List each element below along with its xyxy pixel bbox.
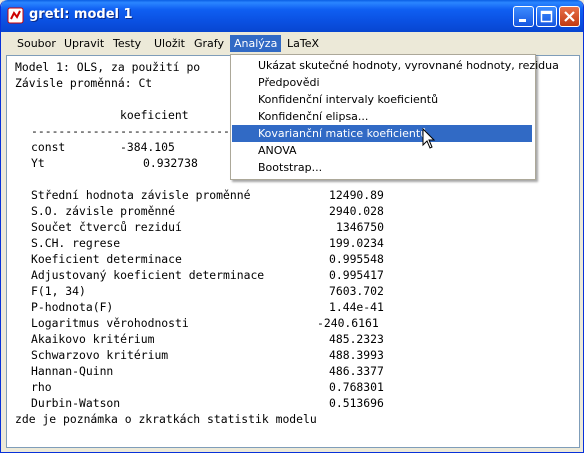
stat-label: rho bbox=[31, 380, 52, 394]
menu-option-label: ANOVA bbox=[258, 144, 297, 157]
menu-option-label: Ukázat skutečné hodnoty, vyrovnané hodno… bbox=[258, 59, 559, 72]
menu-option-confidence-ellipse[interactable]: Konfidenční elipsa... bbox=[232, 108, 532, 125]
stat-label: S.CH. regrese bbox=[31, 236, 121, 250]
stat-value: 7603.702 bbox=[329, 284, 384, 298]
menu-option-label: Konfidenční elipsa... bbox=[258, 110, 369, 123]
maximize-icon bbox=[540, 10, 553, 23]
stat-value: 12490.89 bbox=[329, 188, 384, 202]
stat-label: Střední hodnota závisle proměnné bbox=[31, 188, 251, 202]
menu-option-anova[interactable]: ANOVA bbox=[232, 142, 532, 159]
coef-value: 0.932738 bbox=[143, 156, 198, 170]
menu-option-bootstrap[interactable]: Bootstrap... bbox=[232, 159, 532, 176]
menu-option-label: Bootstrap... bbox=[258, 161, 323, 174]
stat-value: 0.995417 bbox=[329, 268, 384, 282]
menu-testy[interactable]: Testy bbox=[109, 35, 145, 52]
header-line-2: Závisle proměnná: Ct bbox=[15, 76, 153, 90]
header-line-1: Model 1: OLS, za použití po bbox=[15, 60, 201, 74]
menu-option-confidence-intervals[interactable]: Konfidenční intervaly koeficientů bbox=[232, 91, 532, 108]
stat-label: F(1, 34) bbox=[31, 284, 86, 298]
column-header-koeficient: koeficient bbox=[120, 108, 189, 122]
main-window: gretl: model 1 Soubor Upravit Testy Ulož… bbox=[0, 0, 584, 453]
stat-value: 2940.028 bbox=[329, 204, 384, 218]
stat-value: 0.995548 bbox=[329, 252, 384, 266]
menu-bar: Soubor Upravit Testy Uložit Grafy Analýz… bbox=[2, 32, 583, 54]
stat-value: 486.3377 bbox=[329, 364, 384, 378]
menu-soubor[interactable]: Soubor bbox=[13, 35, 60, 52]
mouse-pointer-icon bbox=[422, 128, 436, 149]
coef-name: const bbox=[31, 140, 66, 154]
menu-latex[interactable]: LaTeX bbox=[283, 35, 323, 52]
stat-value: 485.2323 bbox=[329, 332, 384, 346]
stat-label: Hannan-Quinn bbox=[31, 364, 114, 378]
minimize-button[interactable] bbox=[513, 6, 534, 27]
stat-value: 0.768301 bbox=[329, 380, 384, 394]
footer-note: zde je poznámka o zkratkách statistik mo… bbox=[15, 412, 317, 426]
menu-option-show-fitted-residuals[interactable]: Ukázat skutečné hodnoty, vyrovnané hodno… bbox=[232, 57, 559, 74]
stat-value: 199.0234 bbox=[329, 236, 384, 250]
window-title: gretl: model 1 bbox=[29, 7, 133, 22]
stat-value: 0.513696 bbox=[329, 396, 384, 410]
stat-value: -240.6161 bbox=[317, 316, 379, 330]
menu-option-label: Předpovědi bbox=[258, 76, 320, 89]
menu-option-label: Konfidenční intervaly koeficientů bbox=[258, 93, 439, 106]
coef-name: Yt bbox=[31, 156, 45, 170]
menu-option-label: Kovarianční matice koeficientů bbox=[258, 127, 428, 140]
gretl-app-icon bbox=[7, 7, 24, 24]
stat-value: 1346750 bbox=[336, 220, 385, 234]
stat-label: Schwarzovo kritérium bbox=[31, 348, 169, 362]
stat-label: Adjustovaný koeficient determinace bbox=[31, 268, 265, 282]
stat-label: Koeficient determinace bbox=[31, 252, 182, 266]
stat-value: 488.3993 bbox=[329, 348, 384, 362]
menu-analyza[interactable]: Analýza bbox=[230, 35, 282, 52]
menu-option-covariance-matrix[interactable]: Kovarianční matice koeficientů bbox=[232, 125, 532, 142]
stat-label: Durbin-Watson bbox=[31, 396, 121, 410]
stat-label: Logaritmus věrohodnosti bbox=[31, 316, 189, 330]
menu-upravit[interactable]: Upravit bbox=[60, 35, 108, 52]
close-button[interactable] bbox=[559, 6, 580, 27]
stat-value: 1.44e-41 bbox=[329, 300, 384, 314]
minimize-icon bbox=[519, 19, 526, 22]
menu-option-forecasts[interactable]: Předpovědi bbox=[232, 74, 532, 91]
coef-value: -384.105 bbox=[120, 140, 175, 154]
analysis-dropdown-menu: Ukázat skutečné hodnoty, vyrovnané hodno… bbox=[230, 54, 559, 180]
maximize-button[interactable] bbox=[536, 6, 557, 27]
stat-label: Akaikovo kritérium bbox=[31, 332, 155, 346]
menu-ulozit[interactable]: Uložit bbox=[150, 35, 189, 52]
menu-grafy[interactable]: Grafy bbox=[190, 35, 228, 52]
close-icon bbox=[564, 11, 575, 22]
stat-label: S.O. závisle proměnné bbox=[31, 204, 176, 218]
stat-label: P-hodnota(F) bbox=[31, 300, 114, 314]
stat-label: Součet čtverců reziduí bbox=[31, 220, 182, 234]
title-bar[interactable]: gretl: model 1 bbox=[1, 0, 583, 32]
